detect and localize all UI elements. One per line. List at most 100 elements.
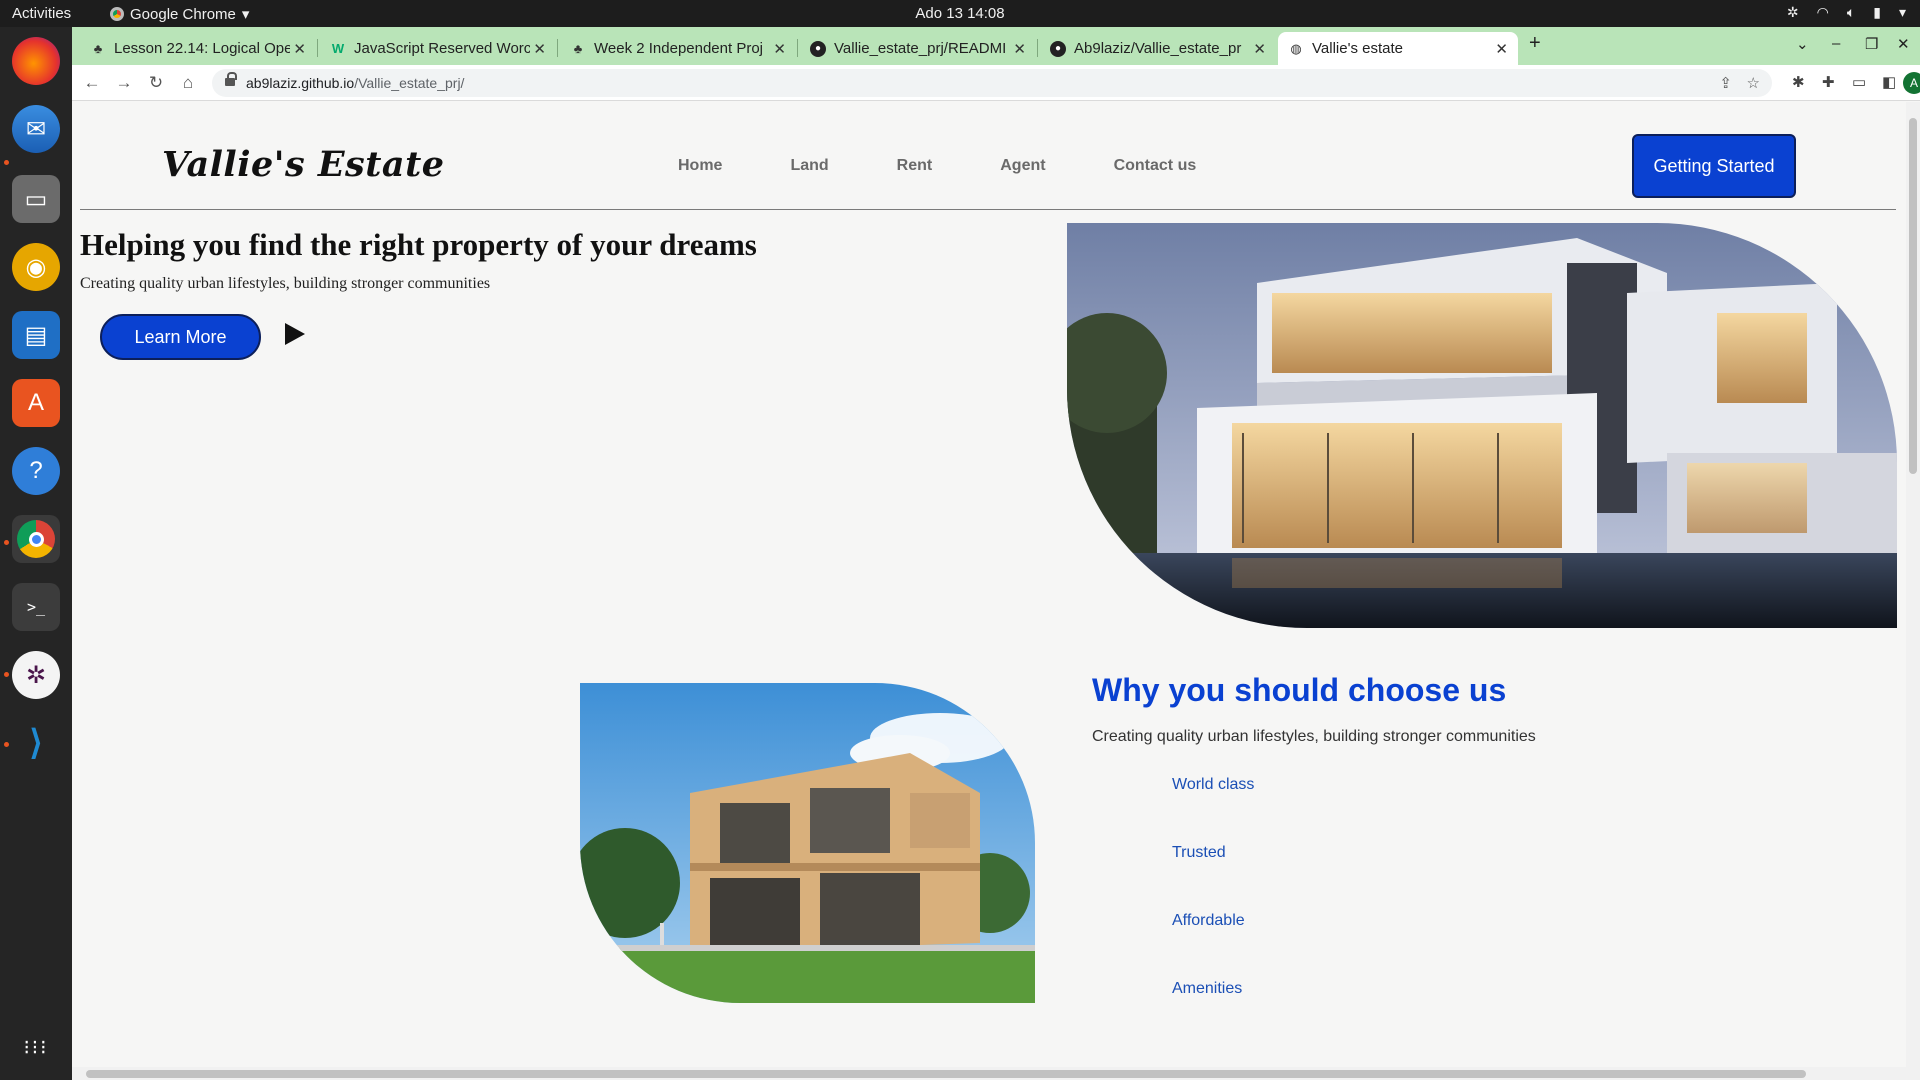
list-item: Trusted <box>1172 844 1226 861</box>
system-tray[interactable]: ✲ ◠ 🔈︎ ▮ ▾ <box>1787 4 1906 21</box>
site-logo[interactable]: Vallie's Estate <box>162 144 445 185</box>
slack-tray-icon[interactable]: ✲ <box>1787 4 1799 21</box>
scrollbar-thumb[interactable] <box>1909 118 1917 474</box>
cast-icon[interactable]: ▭ <box>1852 73 1866 91</box>
why-choose-us-title: Why you should choose us <box>1092 672 1507 708</box>
url-text[interactable]: ab9laziz.github.io/Vallie_estate_prj/ <box>246 75 464 91</box>
close-tab-icon[interactable]: ✕ <box>773 40 786 58</box>
tab-separator <box>317 39 318 57</box>
close-tab-icon[interactable]: ✕ <box>1253 40 1266 58</box>
hero-subtitle: Creating quality urban lifestyles, build… <box>80 275 491 292</box>
lock-icon[interactable] <box>225 72 237 87</box>
w3schools-icon: W <box>331 41 345 56</box>
tab-title: Lesson 22.14: Logical Ope <box>114 40 290 57</box>
chrome-dock-icon[interactable] <box>12 515 60 563</box>
tab-title: JavaScript Reserved Worc <box>354 40 530 57</box>
getting-started-button[interactable]: Getting Started <box>1632 134 1796 198</box>
tab-separator <box>1037 39 1038 57</box>
running-indicator <box>4 742 9 747</box>
thunderbird-icon[interactable]: ✉ <box>12 105 60 153</box>
nav-contact[interactable]: Contact us <box>1114 157 1197 175</box>
files-icon[interactable]: ▭ <box>12 175 60 223</box>
hero-house-image <box>1067 223 1897 628</box>
tab[interactable]: ♣ Lesson 22.14: Logical Ope ✕ <box>80 32 316 65</box>
bookmark-star-icon[interactable]: ☆ <box>1747 74 1760 92</box>
rhythmbox-icon[interactable]: ◉ <box>12 243 60 291</box>
maximize-icon[interactable]: ❐ <box>1865 35 1878 53</box>
close-tab-icon[interactable]: ✕ <box>293 40 306 58</box>
extensions-puzzle-icon[interactable]: ✚ <box>1822 73 1835 91</box>
extension-bug-icon[interactable]: ✱ <box>1792 73 1805 91</box>
header-divider <box>80 209 1896 210</box>
nav-land[interactable]: Land <box>790 157 828 175</box>
close-tab-icon[interactable]: ✕ <box>533 40 546 58</box>
play-icon[interactable] <box>285 323 305 345</box>
wifi-icon[interactable]: ◠ <box>1817 4 1829 21</box>
new-tab-icon[interactable]: + <box>1529 32 1541 55</box>
horizontal-scrollbar[interactable] <box>72 1067 1920 1080</box>
wooden-house-illustration <box>580 683 1035 1003</box>
side-panel-icon[interactable]: ◧ <box>1882 73 1896 91</box>
tab[interactable]: W JavaScript Reserved Worc ✕ <box>320 32 556 65</box>
url-host: ab9laziz.github.io <box>246 75 355 91</box>
tab[interactable]: ● Ab9laziz/Vallie_estate_pr ✕ <box>1040 32 1276 65</box>
tab-active[interactable]: ◍ Vallie's estate ✕ <box>1278 32 1518 65</box>
tab-title: Week 2 Independent Proj <box>594 40 764 57</box>
address-bar[interactable]: ab9laziz.github.io/Vallie_estate_prj/ ⇪ … <box>212 69 1772 97</box>
help-icon[interactable]: ? <box>12 447 60 495</box>
site-nav: Home Land Rent Agent Contact us <box>678 157 1264 175</box>
clock[interactable]: Ado 13 14:08 <box>0 5 1920 22</box>
vscode-icon[interactable]: ⟩ <box>12 719 60 767</box>
list-item: Amenities <box>1172 980 1243 997</box>
back-icon[interactable]: ← <box>80 71 104 95</box>
battery-icon[interactable]: ▮ <box>1873 4 1881 21</box>
wooden-house-image <box>580 683 1035 1003</box>
home-icon[interactable]: ⌂ <box>176 71 200 95</box>
firefox-icon[interactable] <box>12 37 60 85</box>
software-center-icon[interactable]: A <box>12 379 60 427</box>
minimize-icon[interactable]: – <box>1832 35 1840 52</box>
sprout-icon: ♣ <box>573 41 583 56</box>
globe-icon: ◍ <box>1290 40 1302 56</box>
tab-title: Vallie_estate_prj/READMI <box>834 40 1007 57</box>
close-tab-icon[interactable]: ✕ <box>1013 40 1026 58</box>
why-choose-us-list: World class Trusted Affordable Amenities <box>1172 776 1254 1048</box>
scrollbar-thumb[interactable] <box>86 1070 1806 1078</box>
close-tab-icon[interactable]: ✕ <box>1495 40 1508 58</box>
running-indicator <box>4 540 9 545</box>
running-indicator <box>4 160 9 165</box>
github-icon: ● <box>810 40 826 57</box>
tab-separator <box>557 39 558 57</box>
page-viewport: Vallie's Estate Home Land Rent Agent Con… <box>72 102 1920 1080</box>
nav-agent[interactable]: Agent <box>1000 157 1045 175</box>
tab-search-icon[interactable]: ⌄ <box>1796 35 1809 53</box>
learn-more-button[interactable]: Learn More <box>100 314 261 360</box>
writer-icon[interactable]: ▤ <box>12 311 60 359</box>
system-top-bar: Activities Google Chrome ▾ Ado 13 14:08 … <box>0 0 1920 27</box>
why-choose-us-subtitle: Creating quality urban lifestyles, build… <box>1092 728 1536 745</box>
show-apps-icon[interactable]: ⁝⁝⁝ <box>12 1023 60 1071</box>
vertical-scrollbar[interactable] <box>1906 102 1920 1068</box>
reload-icon[interactable]: ↻ <box>144 71 168 95</box>
nav-rent[interactable]: Rent <box>897 157 933 175</box>
list-item: Affordable <box>1172 912 1245 929</box>
tab-strip: ♣ Lesson 22.14: Logical Ope ✕ W JavaScri… <box>72 27 1920 65</box>
terminal-icon[interactable]: >_ <box>12 583 60 631</box>
url-path: /Vallie_estate_prj/ <box>354 75 465 91</box>
nav-home[interactable]: Home <box>678 157 722 175</box>
system-menu-caret-icon[interactable]: ▾ <box>1899 4 1906 21</box>
chrome-window: ♣ Lesson 22.14: Logical Ope ✕ W JavaScri… <box>72 27 1920 1080</box>
tab[interactable]: ● Vallie_estate_prj/READMI ✕ <box>800 32 1036 65</box>
forward-icon[interactable]: → <box>112 71 136 95</box>
share-icon[interactable]: ⇪ <box>1719 74 1732 92</box>
profile-avatar[interactable]: A <box>1903 72 1920 94</box>
slack-icon[interactable]: ✲ <box>12 651 60 699</box>
volume-icon[interactable]: 🔈︎ <box>1847 4 1855 21</box>
dock: ✉ ▭ ◉ ▤ A ? >_ ✲ ⟩ ⁝⁝⁝ <box>0 27 72 1080</box>
tab-title: Vallie's estate <box>1312 40 1403 57</box>
running-indicator <box>4 672 9 677</box>
close-window-icon[interactable]: ✕ <box>1897 35 1910 53</box>
villa-illustration <box>1067 223 1897 628</box>
tab[interactable]: ♣ Week 2 Independent Proj ✕ <box>560 32 796 65</box>
github-icon: ● <box>1050 40 1066 57</box>
